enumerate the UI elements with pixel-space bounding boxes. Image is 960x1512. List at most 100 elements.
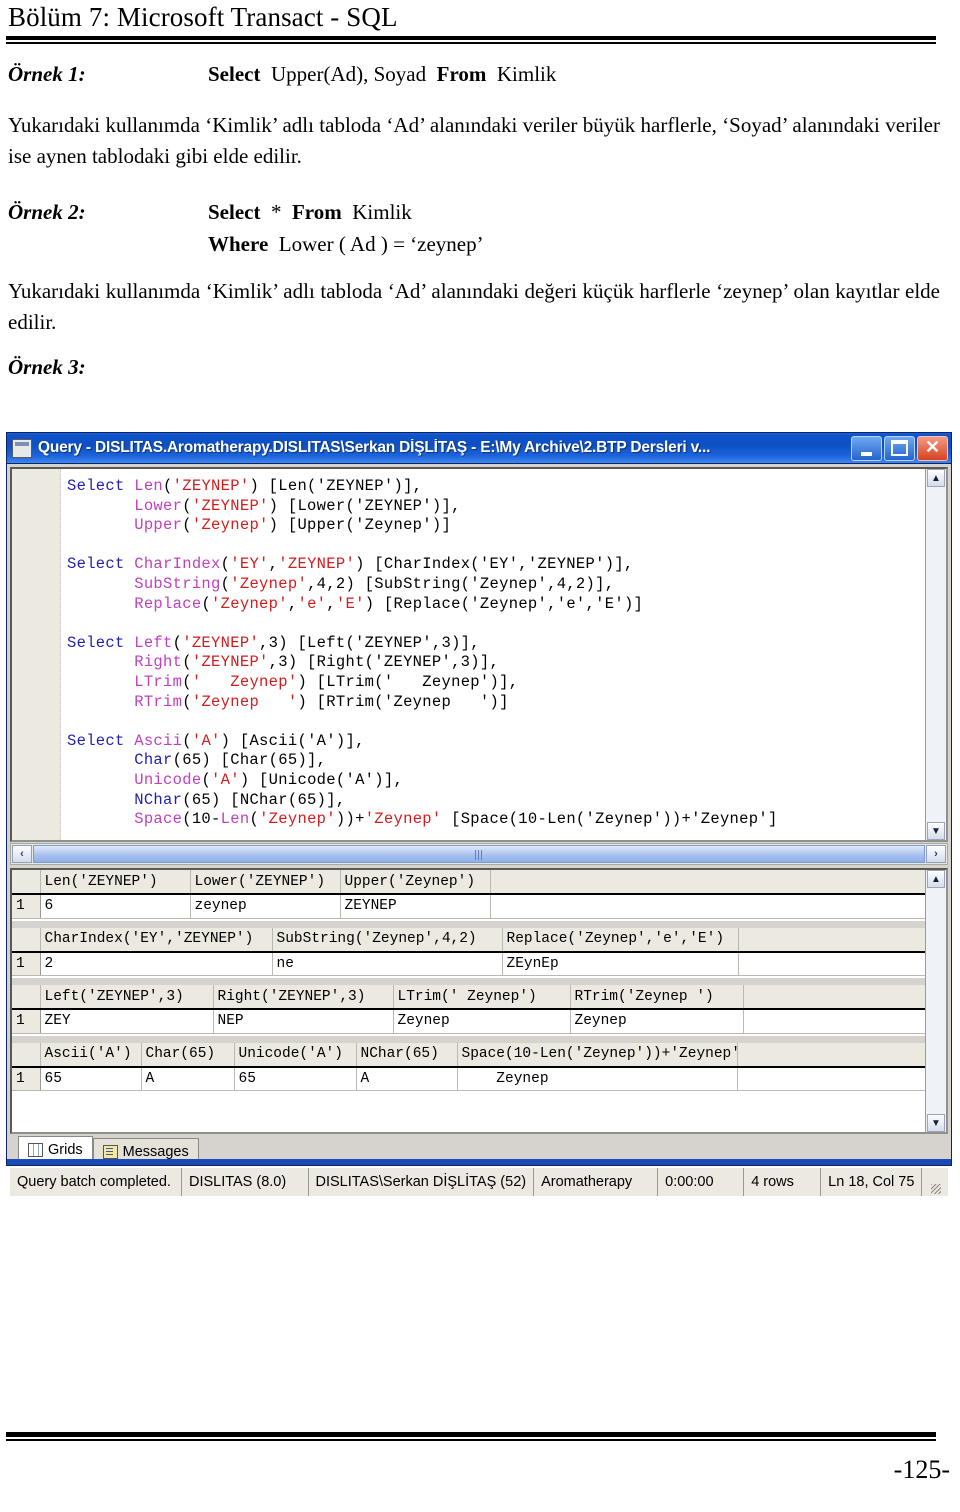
scroll-up-icon[interactable]: ▲ [927, 469, 945, 487]
results-scroll-track[interactable] [926, 888, 946, 1114]
code-token: ) [Ascii('A')], [220, 731, 365, 750]
column-header[interactable]: Unicode('A') [234, 1042, 357, 1068]
column-header-filler [738, 927, 925, 953]
column-header[interactable]: Replace('Zeynep','e','E') [502, 927, 739, 953]
editor-scroll-track[interactable] [926, 487, 946, 822]
sql-editor[interactable]: Select Len('ZEYNEP') [Len('ZEYNEP')], Lo… [10, 467, 948, 842]
table-row[interactable]: 1 6 zeynep ZEYNEP [12, 894, 925, 919]
example-2-star: * [270, 200, 282, 224]
table-row[interactable]: 1 2 ne ZEynEp [12, 951, 925, 976]
table-cell[interactable]: ZEynEp [502, 951, 739, 976]
editor-vertical-scrollbar[interactable]: ▲ ▼ [925, 469, 946, 840]
table-cell[interactable]: Zeynep [393, 1009, 571, 1034]
column-header[interactable]: NChar(65) [356, 1042, 458, 1068]
row-header[interactable]: 1 [12, 951, 41, 976]
result-grid[interactable]: Ascii('A') Char(65) Unicode('A') NChar(65) S… [12, 1042, 925, 1091]
column-header[interactable]: Space(10-Len('Zeynep'))+'Zeynep' [457, 1042, 738, 1068]
table-cell[interactable]: 2 [40, 951, 273, 976]
scroll-right-icon[interactable]: › [926, 845, 946, 863]
table-cell[interactable]: zeynep [190, 894, 341, 919]
results-vertical-scrollbar[interactable]: ▲ ▼ [925, 870, 946, 1132]
code-token: 'ZEYNEP' [278, 555, 356, 574]
table-cell-filler [490, 894, 925, 919]
table-cell[interactable]: 65 [234, 1066, 357, 1091]
window-body: Select Len('ZEYNEP') [Len('ZEYNEP')], Lo… [7, 464, 951, 1196]
code-token: Select [67, 731, 135, 750]
column-header[interactable]: SubString('Zeynep',4,2) [272, 927, 503, 953]
table-row[interactable]: 1 ZEY NEP Zeynep Zeynep [12, 1009, 925, 1034]
code-token: , [268, 555, 279, 574]
code-line: Right('ZEYNEP',3) [Right('ZEYNEP',3)], [67, 653, 946, 673]
grid-separator [12, 1035, 925, 1043]
results-scroll-up-icon[interactable]: ▲ [927, 870, 945, 888]
table-cell[interactable]: 65 [40, 1066, 142, 1091]
code-token: , [326, 594, 336, 613]
table-cell[interactable]: ne [272, 951, 503, 976]
query-analyzer-window: Query - DISLITAS.Aromatherapy.DISLITAS\S… [6, 432, 952, 1196]
horizontal-scroll-thumb[interactable] [33, 845, 925, 863]
grid-corner[interactable] [12, 870, 41, 895]
window-title: Query - DISLITAS.Aromatherapy.DISLITAS\S… [38, 439, 711, 456]
column-header[interactable]: Char(65) [141, 1042, 235, 1068]
results-grids[interactable]: Len('ZEYNEP') Lower('ZEYNEP') Upper('Zeyne… [12, 870, 925, 1132]
code-line: Char(65) [Char(65)], [67, 751, 946, 771]
results-pane[interactable]: Len('ZEYNEP') Lower('ZEYNEP') Upper('Zeyne… [10, 868, 948, 1134]
minimize-button[interactable] [851, 435, 882, 461]
column-header[interactable]: Left('ZEYNEP',3) [40, 985, 214, 1010]
editor-horizontal-scrollbar[interactable]: ‹ › [10, 843, 948, 865]
result-grid[interactable]: CharIndex('EY','ZEYNEP') SubString('Zeyne… [12, 927, 925, 976]
grid-corner[interactable] [12, 985, 41, 1010]
code-token: Unicode [134, 770, 202, 789]
code-token: 'Zeynep' [259, 810, 336, 829]
result-grid[interactable]: Left('ZEYNEP',3) Right('ZEYNEP',3) LTrim('… [12, 985, 925, 1034]
table-cell[interactable]: ZEYNEP [340, 894, 491, 919]
example-2-condition: Lower ( Ad ) = ‘zeynep’ [278, 232, 484, 256]
grid-corner[interactable] [12, 927, 41, 953]
table-cell[interactable]: A [141, 1066, 235, 1091]
column-header[interactable]: CharIndex('EY','ZEYNEP') [40, 927, 273, 953]
code-token: 'ZEYNEP' [172, 477, 250, 495]
table-cell[interactable]: Zeynep [457, 1066, 738, 1091]
column-header-filler [737, 1042, 925, 1068]
code-line: Unicode('A') [Unicode('A')], [67, 771, 946, 791]
row-header[interactable]: 1 [12, 1066, 41, 1091]
sql-code-text[interactable]: Select Len('ZEYNEP') [Len('ZEYNEP')], Lo… [61, 469, 946, 840]
table-cell[interactable]: NEP [213, 1009, 394, 1034]
table-cell[interactable]: ZEY [40, 1009, 214, 1034]
code-token: (65) [NChar(65)], [182, 790, 346, 809]
results-scroll-down-icon[interactable]: ▼ [927, 1114, 945, 1132]
result-grid[interactable]: Len('ZEYNEP') Lower('ZEYNEP') Upper('Zeyne… [12, 870, 925, 919]
column-header[interactable]: Len('ZEYNEP') [40, 870, 191, 895]
column-header[interactable]: RTrim('Zeynep ') [570, 985, 744, 1010]
column-header[interactable]: Lower('ZEYNEP') [190, 870, 341, 895]
table-cell[interactable]: 6 [40, 894, 191, 919]
column-header[interactable]: LTrim(' Zeynep') [393, 985, 571, 1010]
code-token: ( [220, 574, 231, 593]
table-row[interactable]: 1 65 A 65 A Zeynep [12, 1066, 925, 1091]
grid-corner[interactable] [12, 1042, 41, 1068]
close-button[interactable]: ✕ [917, 435, 948, 461]
example-2-block: Örnek 2: Select * From Kimlik [8, 200, 412, 225]
row-header[interactable]: 1 [12, 1009, 41, 1034]
column-header[interactable]: Right('ZEYNEP',3) [213, 985, 394, 1010]
code-line: Upper('Zeynep') [Upper('Zeynep')] [67, 516, 946, 536]
column-header[interactable]: Ascii('A') [40, 1042, 142, 1068]
maximize-button[interactable] [884, 435, 915, 461]
scroll-down-icon[interactable]: ▼ [927, 822, 945, 840]
resize-grip-icon[interactable] [922, 1168, 948, 1196]
table-cell[interactable]: Zeynep [570, 1009, 744, 1034]
table-cell-filler [738, 951, 925, 976]
table-cell[interactable]: A [356, 1066, 458, 1091]
scroll-left-icon[interactable]: ‹ [12, 845, 32, 863]
row-header[interactable]: 1 [12, 894, 41, 919]
example-2-paragraph: Yukarıdaki kullanımda ‘Kimlik’ adlı tabl… [8, 279, 940, 334]
window-titlebar[interactable]: Query - DISLITAS.Aromatherapy.DISLITAS\S… [7, 433, 951, 464]
status-bar: Query batch completed. DISLITAS (8.0) DI… [10, 1167, 948, 1196]
column-header[interactable]: Upper('Zeynep') [340, 870, 491, 895]
